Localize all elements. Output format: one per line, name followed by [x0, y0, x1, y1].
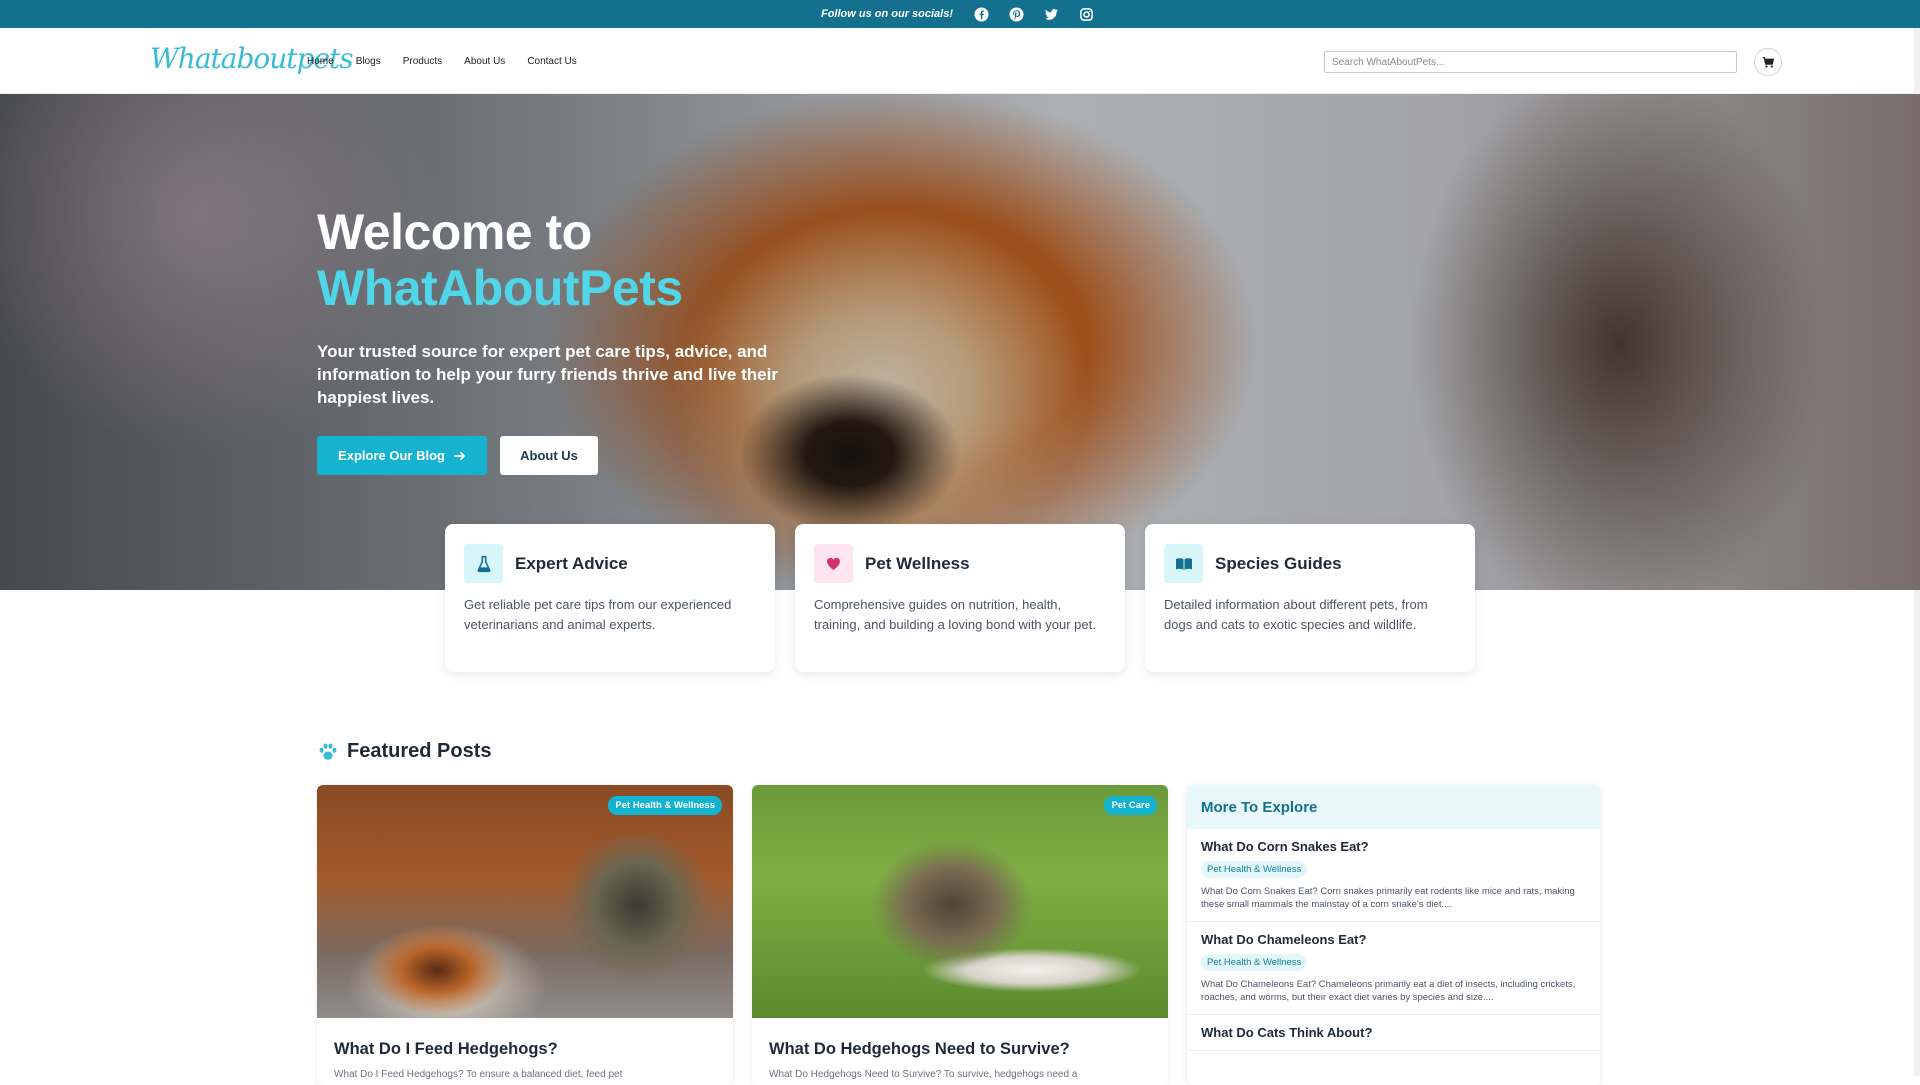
- social-topbar: Follow us on our socials!: [0, 0, 1920, 28]
- nav-contact-us[interactable]: Contact Us: [527, 56, 576, 67]
- feature-cards: Expert Advice Get reliable pet care tips…: [445, 524, 1475, 672]
- nav-about-us[interactable]: About Us: [464, 56, 505, 67]
- heart-icon: [814, 544, 853, 583]
- hero-subtitle: Your trusted source for expert pet care …: [317, 342, 778, 407]
- featured-post-card[interactable]: Pet Health & Wellness What Do I Feed Hed…: [317, 785, 733, 1085]
- instagram-icon[interactable]: [1079, 7, 1094, 22]
- explore-item-description: What Do Corn Snakes Eat? Corn snakes pri…: [1201, 886, 1575, 910]
- follow-text: Follow us on our socials!: [820, 8, 953, 20]
- post-excerpt: What Do Hedgehogs Need to Survive? To su…: [769, 1069, 1078, 1080]
- feature-description: Comprehensive guides on nutrition, healt…: [814, 597, 1096, 632]
- featured-heading: Featured Posts: [317, 740, 491, 763]
- post-image-hedgehog-bowl[interactable]: Pet Health & Wellness: [317, 785, 733, 1018]
- feature-title: Pet Wellness: [865, 553, 970, 573]
- explore-item-tag[interactable]: Pet Health & Wellness: [1201, 861, 1308, 878]
- post-title[interactable]: What Do Hedgehogs Need to Survive?: [769, 1040, 1151, 1059]
- more-to-explore-panel: More To Explore What Do Corn Snakes Eat?…: [1187, 785, 1600, 1085]
- cart-button[interactable]: [1754, 48, 1782, 76]
- hero-title-line1: Welcome to: [317, 204, 592, 260]
- featured-post-card[interactable]: Pet Care What Do Hedgehogs Need to Survi…: [752, 785, 1168, 1085]
- feature-title: Expert Advice: [515, 553, 628, 573]
- facebook-icon[interactable]: [974, 6, 989, 22]
- post-title[interactable]: What Do I Feed Hedgehogs?: [334, 1040, 716, 1059]
- feature-description: Detailed information about different pet…: [1164, 597, 1428, 632]
- post-image-hedgehog-grass[interactable]: Pet Care: [752, 785, 1168, 1018]
- paw-icon: [319, 742, 337, 760]
- featured-heading-text: Featured Posts: [347, 740, 492, 762]
- hero-title: Welcome to WhatAboutPets: [317, 204, 797, 316]
- search-input[interactable]: [1324, 51, 1737, 73]
- arrow-right-icon: [453, 451, 466, 460]
- nav-products[interactable]: Products: [403, 56, 442, 67]
- explore-heading: More To Explore: [1187, 785, 1600, 829]
- explore-item-title[interactable]: What Do Chameleons Eat?: [1201, 932, 1586, 947]
- feature-title: Species Guides: [1215, 553, 1342, 573]
- hero-title-brand: WhatAboutPets: [317, 260, 683, 316]
- explore-item-title[interactable]: What Do Cats Think About?: [1201, 1025, 1586, 1040]
- post-category-badge[interactable]: Pet Health & Wellness: [608, 796, 722, 815]
- main-nav: Home Blogs Products About Us Contact Us: [307, 28, 577, 94]
- nav-blogs[interactable]: Blogs: [356, 56, 381, 67]
- feature-card-species-guides: Species Guides Detailed information abou…: [1145, 524, 1475, 672]
- twitter-icon[interactable]: [1044, 7, 1059, 22]
- explore-item-description: What Do Chameleons Eat? Chameleons prima…: [1201, 979, 1576, 1003]
- explore-blog-label: Explore Our Blog: [338, 448, 445, 463]
- site-header: Whataboutpets Home Blogs Products About …: [0, 28, 1920, 94]
- hero-banner: Welcome to WhatAboutPets Your trusted so…: [0, 94, 1920, 590]
- post-excerpt: What Do I Feed Hedgehogs? To ensure a ba…: [334, 1069, 623, 1080]
- explore-blog-button[interactable]: Explore Our Blog: [317, 436, 487, 475]
- about-us-button[interactable]: About Us: [500, 436, 598, 475]
- feature-description: Get reliable pet care tips from our expe…: [464, 597, 732, 632]
- nav-home[interactable]: Home: [307, 56, 334, 67]
- pinterest-icon[interactable]: [1009, 6, 1024, 22]
- explore-item[interactable]: What Do Corn Snakes Eat? Pet Health & We…: [1187, 829, 1600, 922]
- feature-card-expert-advice: Expert Advice Get reliable pet care tips…: [445, 524, 775, 672]
- explore-item-title[interactable]: What Do Corn Snakes Eat?: [1201, 839, 1586, 854]
- flask-icon: [464, 544, 503, 583]
- explore-item[interactable]: What Do Cats Think About?: [1187, 1015, 1600, 1051]
- cart-icon: [1762, 56, 1774, 68]
- feature-card-pet-wellness: Pet Wellness Comprehensive guides on nut…: [795, 524, 1125, 672]
- post-category-badge[interactable]: Pet Care: [1104, 796, 1157, 815]
- explore-item[interactable]: What Do Chameleons Eat? Pet Health & Wel…: [1187, 922, 1600, 1015]
- book-icon: [1164, 544, 1203, 583]
- hero-content: Welcome to WhatAboutPets Your trusted so…: [317, 204, 797, 475]
- explore-item-tag[interactable]: Pet Health & Wellness: [1201, 954, 1308, 971]
